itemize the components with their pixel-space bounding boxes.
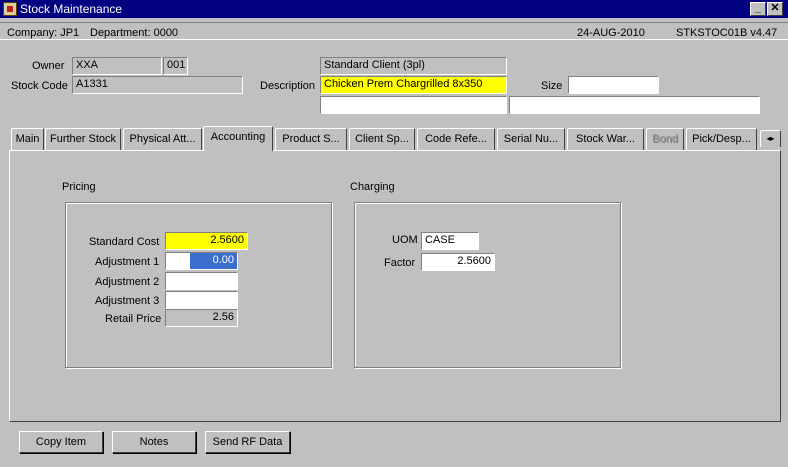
factor-field[interactable]: 2.5600 (421, 253, 495, 271)
client-name-field[interactable]: Standard Client (3pl) (320, 57, 507, 75)
uom-field[interactable]: CASE (421, 232, 479, 250)
app-icon (3, 2, 17, 16)
uom-label: UOM (392, 234, 418, 246)
retail-price-field[interactable]: 2.56 (165, 309, 238, 327)
tab-main[interactable]: Main (11, 128, 44, 150)
pricing-title: Pricing (62, 181, 96, 193)
stock-code-field[interactable]: A1331 (72, 76, 243, 94)
adjustment-2-field[interactable] (165, 272, 238, 290)
company-label: Company: JP1 (7, 27, 80, 39)
factor-label: Factor (384, 257, 416, 269)
adjustment-1-label: Adjustment 1 (95, 256, 160, 268)
send-rf-data-button[interactable]: Send RF Data (205, 431, 290, 453)
adjustment-3-field[interactable] (165, 291, 238, 309)
standard-cost-field[interactable]: 2.5600 (165, 232, 248, 250)
size-label: Size (541, 80, 563, 92)
adjustment-2-label: Adjustment 2 (95, 276, 160, 288)
tab-code-refe[interactable]: Code Refe... (417, 128, 495, 150)
description-label: Description (260, 80, 316, 92)
window-title: Stock Maintenance (20, 2, 123, 16)
tab-client-sp[interactable]: Client Sp... (349, 128, 415, 150)
tab-serial-nu[interactable]: Serial Nu... (497, 128, 565, 150)
stock-code-label: Stock Code (11, 80, 68, 92)
close-button[interactable]: ✕ (767, 2, 783, 16)
owner-field[interactable]: XXA (72, 57, 162, 75)
minimize-button[interactable]: _ (750, 2, 766, 16)
copy-item-button[interactable]: Copy Item (19, 431, 103, 453)
owner-code-field[interactable]: 001 (163, 57, 188, 75)
department-label: Department: 0000 (90, 27, 179, 39)
tab-product-s[interactable]: Product S... (275, 128, 347, 150)
charging-group: UOM CASE Factor 2.5600 (354, 202, 621, 368)
tab-stock-war[interactable]: Stock War... (567, 128, 644, 150)
size-field[interactable] (568, 76, 659, 94)
description-field[interactable]: Chicken Prem Chargrilled 8x350 (320, 76, 507, 94)
tab-accounting[interactable]: Accounting (203, 126, 273, 151)
info-bar: Company: JP1 Department: 0000 24-AUG-201… (0, 22, 788, 40)
retail-price-label: Retail Price (105, 313, 162, 325)
standard-cost-label: Standard Cost (89, 236, 160, 248)
tab-bond: Bond (646, 128, 684, 150)
charging-title: Charging (350, 181, 395, 193)
date-label: 24-AUG-2010 (577, 27, 645, 39)
tab-scroll-arrows-icon[interactable]: ◂▸ (760, 130, 781, 147)
adjustment-1-field[interactable]: 0.00 (165, 252, 238, 270)
accounting-panel: Pricing Standard Cost 2.5600 Adjustment … (9, 150, 781, 422)
description-extra-field-1[interactable] (320, 96, 507, 114)
adjustment-3-label: Adjustment 3 (95, 295, 160, 307)
owner-label: Owner (32, 60, 65, 72)
adjustment-1-value: 0.00 (190, 253, 237, 269)
tab-physical-attributes[interactable]: Physical Att... (123, 128, 202, 150)
notes-button[interactable]: Notes (112, 431, 196, 453)
title-bar: Stock Maintenance _ ✕ (0, 0, 788, 18)
pricing-group: Standard Cost 2.5600 Adjustment 1 0.00 A… (65, 202, 332, 368)
description-extra-field-2[interactable] (509, 96, 760, 114)
tab-further-stock[interactable]: Further Stock (45, 128, 121, 150)
tab-pick-desp[interactable]: Pick/Desp... (686, 128, 757, 150)
version-label: STKSTOC01B v4.47 (676, 27, 778, 39)
